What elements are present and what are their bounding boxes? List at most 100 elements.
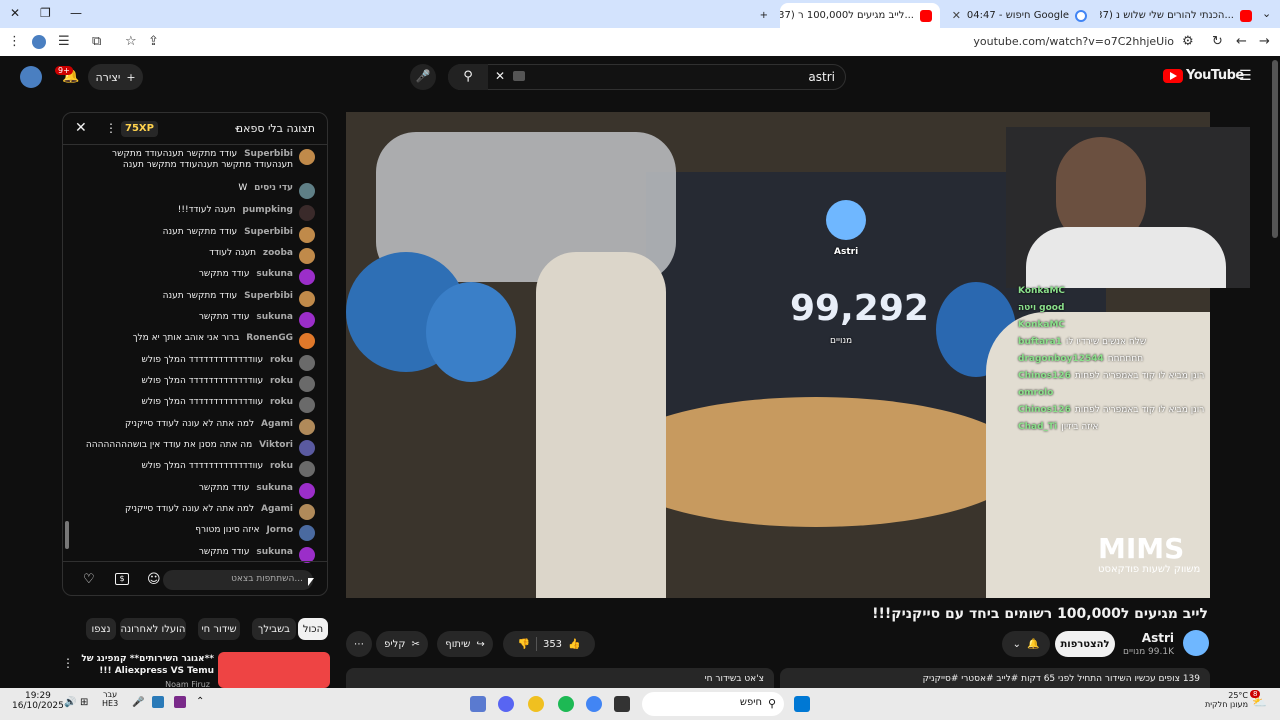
recommended-title[interactable]: **אגוגר השירותים** קמפינג של Aliexpress … bbox=[64, 653, 214, 677]
message-author[interactable]: Superbibi bbox=[244, 149, 293, 159]
tab-list-chevron-icon[interactable]: ⌄ bbox=[1262, 7, 1271, 20]
url-field[interactable]: youtube.com/watch?v=o7C2hhjeUio bbox=[973, 35, 1174, 48]
site-settings-icon[interactable]: ⚙ bbox=[1182, 34, 1194, 49]
message-author[interactable]: sukuna bbox=[256, 547, 293, 557]
chevron-up-icon[interactable]: ⌃ bbox=[196, 696, 204, 707]
chat-mode-selector[interactable]: תצוגה בלי ספאם bbox=[236, 122, 315, 135]
chat-replay-box[interactable]: צ'אט בשידור חי bbox=[346, 668, 774, 688]
author-avatar[interactable] bbox=[299, 291, 315, 307]
dislike-icon[interactable]: 👎 bbox=[518, 639, 530, 650]
message-author[interactable]: Agami bbox=[261, 419, 293, 429]
hamburger-menu-icon[interactable]: ☰ bbox=[1239, 68, 1252, 84]
join-button[interactable]: להצטרפות bbox=[1055, 631, 1115, 657]
minimize-window-icon[interactable]: — bbox=[70, 6, 82, 20]
like-icon[interactable]: 👍 bbox=[568, 639, 580, 650]
notification-bell-button[interactable]: ⌄ 🔔 bbox=[1002, 631, 1050, 657]
spotify-icon[interactable] bbox=[558, 696, 574, 712]
message-author[interactable]: Jorno bbox=[266, 525, 293, 535]
channel-avatar[interactable] bbox=[1183, 630, 1209, 656]
forward-arrow-icon[interactable]: → bbox=[1259, 34, 1270, 49]
taskbar-search[interactable]: חיפש bbox=[642, 692, 784, 716]
channel-name[interactable]: Astri bbox=[1142, 631, 1174, 645]
author-avatar[interactable] bbox=[299, 419, 315, 435]
search-input[interactable]: astri bbox=[808, 70, 835, 84]
filter-chip[interactable]: הועלו לאחרונה bbox=[120, 618, 186, 640]
profile-icon[interactable] bbox=[32, 35, 46, 49]
tray-app-icon[interactable] bbox=[152, 696, 164, 708]
author-avatar[interactable] bbox=[299, 227, 315, 243]
author-avatar[interactable] bbox=[299, 483, 315, 499]
heart-icon[interactable]: ♡ bbox=[83, 572, 95, 587]
onenote-icon[interactable] bbox=[174, 696, 186, 708]
author-avatar[interactable] bbox=[299, 205, 315, 221]
message-author[interactable]: pumpking bbox=[242, 205, 293, 215]
author-avatar[interactable] bbox=[299, 355, 315, 371]
author-avatar[interactable] bbox=[299, 461, 315, 477]
keyboard-icon[interactable] bbox=[513, 71, 525, 81]
clock[interactable]: 19:29 16/10/2025 bbox=[12, 691, 64, 711]
weather-widget[interactable]: 25°C מעונן חלקית bbox=[1196, 691, 1248, 709]
message-author[interactable]: roku bbox=[270, 461, 293, 471]
author-avatar[interactable] bbox=[299, 312, 315, 328]
speaker-icon[interactable]: 🔊 bbox=[64, 697, 76, 708]
message-author[interactable]: Agami bbox=[261, 504, 293, 514]
author-avatar[interactable] bbox=[299, 397, 315, 413]
more-vertical-icon[interactable]: ⋮ bbox=[62, 656, 74, 670]
discord-icon[interactable] bbox=[498, 696, 514, 712]
filter-chip[interactable]: שידור חי bbox=[198, 618, 240, 640]
youtube-logo[interactable]: YouTube bbox=[1163, 68, 1244, 83]
message-author[interactable]: עדי ניסים bbox=[254, 183, 293, 193]
author-avatar[interactable] bbox=[299, 504, 315, 520]
author-avatar[interactable] bbox=[299, 525, 315, 541]
like-count[interactable]: 353 bbox=[543, 639, 562, 650]
author-avatar[interactable] bbox=[299, 149, 315, 165]
chat-input[interactable]: השתתפות בצאט... bbox=[163, 570, 313, 590]
chat-scrollbar[interactable] bbox=[65, 149, 71, 557]
maximize-window-icon[interactable]: ❐ bbox=[40, 6, 51, 20]
message-author[interactable]: zooba bbox=[263, 248, 293, 258]
message-author[interactable]: Viktori bbox=[259, 440, 293, 450]
more-actions-button[interactable]: ⋯ bbox=[346, 631, 372, 657]
terminal-icon[interactable] bbox=[614, 696, 630, 712]
reload-icon[interactable]: ↻ bbox=[1212, 34, 1223, 49]
menu-dots-icon[interactable]: ⋮ bbox=[8, 34, 21, 49]
scrollbar-thumb[interactable] bbox=[65, 521, 69, 549]
account-avatar[interactable] bbox=[20, 66, 42, 88]
tab-2[interactable]: ✕ 🔊 (37) לייב מגיעים ל100,000 ר... bbox=[780, 3, 940, 28]
close-window-icon[interactable]: ✕ bbox=[10, 6, 20, 20]
message-author[interactable]: Superbibi bbox=[244, 227, 293, 237]
author-avatar[interactable] bbox=[299, 269, 315, 285]
author-avatar[interactable] bbox=[299, 183, 315, 199]
share-page-icon[interactable]: ⇪ bbox=[148, 34, 159, 49]
new-tab-button[interactable]: + bbox=[760, 3, 776, 28]
share-button[interactable]: שיתוף ↪ bbox=[437, 631, 493, 657]
back-arrow-icon[interactable]: ← bbox=[1236, 34, 1247, 49]
clip-button[interactable]: קליפ ✂ bbox=[376, 631, 428, 657]
message-author[interactable]: sukuna bbox=[256, 312, 293, 322]
create-button[interactable]: יצירה + bbox=[88, 64, 143, 90]
message-author[interactable]: sukuna bbox=[256, 269, 293, 279]
message-author[interactable]: roku bbox=[270, 376, 293, 386]
reading-list-icon[interactable]: ☰ bbox=[58, 34, 70, 49]
filter-chip[interactable]: הכול bbox=[298, 618, 328, 640]
filter-chip[interactable]: נצפו bbox=[86, 618, 116, 640]
description-box[interactable]: 139 צופים עכשיו השידור התחיל לפני 65 דקו… bbox=[780, 668, 1210, 688]
filter-chip[interactable]: בשבילך bbox=[252, 618, 296, 640]
windows-start-icon[interactable] bbox=[794, 696, 810, 712]
author-avatar[interactable] bbox=[299, 376, 315, 392]
chat-menu-icon[interactable]: ⋮ bbox=[105, 121, 117, 135]
search-box[interactable]: astri ✕ bbox=[448, 64, 846, 90]
emoji-icon[interactable]: ☺ bbox=[147, 572, 161, 587]
close-tab-icon[interactable]: ✕ bbox=[952, 9, 961, 22]
app-icon[interactable] bbox=[528, 696, 544, 712]
close-chat-icon[interactable]: ✕ bbox=[75, 120, 87, 136]
tab-0[interactable]: ✕ (37) הכנתי להורים שלי שלוש נ... bbox=[1100, 3, 1260, 28]
message-author[interactable]: Superbibi bbox=[244, 291, 293, 301]
microphone-icon[interactable]: 🎤 bbox=[132, 697, 144, 708]
search-button[interactable]: ⚲ bbox=[448, 64, 488, 90]
clear-search-icon[interactable]: ✕ bbox=[495, 69, 505, 83]
notepad-icon[interactable] bbox=[470, 696, 486, 712]
language-indicator[interactable]: עבר HE3 bbox=[102, 690, 118, 708]
super-chat-icon[interactable]: $ bbox=[115, 573, 129, 585]
author-avatar[interactable] bbox=[299, 333, 315, 349]
